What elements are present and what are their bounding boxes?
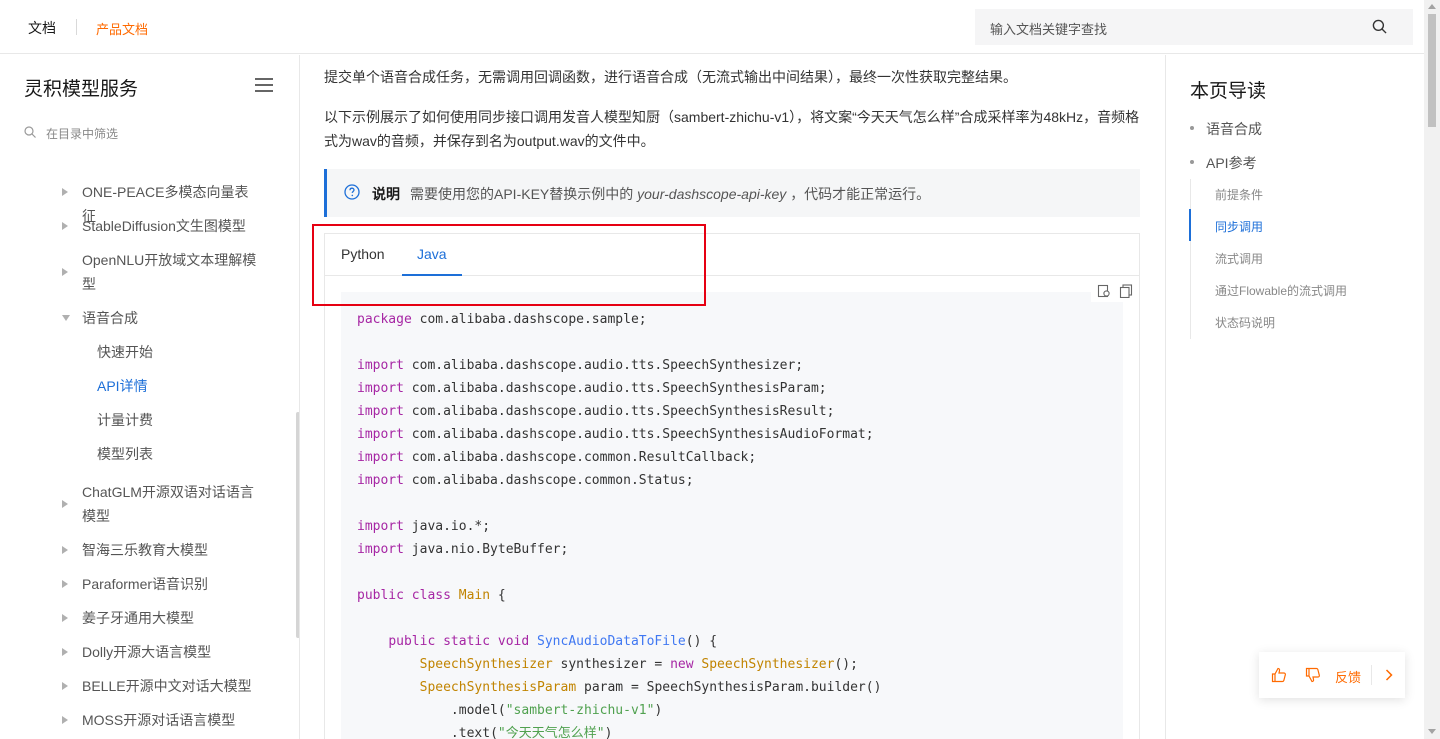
sidebar-item-zhihai[interactable]: 智海三乐教育大模型 [0,538,290,562]
toc-subitem-prerequisites[interactable]: 前提条件 [1215,186,1263,203]
collapse-arrow-icon [62,315,70,321]
copy-icon[interactable] [1119,284,1133,298]
sidebar-filter[interactable]: 在目录中筛选 [24,123,274,143]
sidebar-item-speech-synthesis[interactable]: 语音合成 [0,306,290,330]
search-icon[interactable] [1372,19,1387,34]
expand-arrow-icon [62,580,68,588]
thumbs-down-icon[interactable] [1305,667,1321,683]
toc-title: 本页导读 [1190,81,1267,102]
expand-arrow-icon [62,268,68,276]
toc-subitem-status-codes[interactable]: 状态码说明 [1215,314,1275,331]
sidebar-subitem-billing[interactable]: 计量计费 [97,408,153,432]
thumbs-up-icon[interactable] [1271,667,1287,683]
sidebar-item-one-peace[interactable]: ONE-PEACE多模态向量表征 [0,180,290,224]
toc-subitem-flowable-call[interactable]: 通过Flowable的流式调用 [1215,282,1347,299]
search-input[interactable]: 输入文档关键字查找 [990,19,1107,38]
sidebar-item-opennlu[interactable]: OpenNLU开放域文本理解模型 [0,248,290,296]
expand-arrow-icon [62,500,68,508]
toc-rail [1190,179,1191,339]
main-content: 提交单个语音合成任务，无需调用回调函数，进行语音合成（无流式输出中间结果），最终… [301,55,1164,739]
toc-item-api-reference[interactable]: API参考 [1190,153,1390,173]
expand-arrow-icon [62,188,68,196]
sidebar-item-paraformer[interactable]: Paraformer语音识别 [0,572,290,596]
toc-item-speech-synthesis[interactable]: 语音合成 [1190,119,1390,139]
toc-item-label: API参考 [1206,155,1257,171]
feedback-divider [1371,665,1372,685]
toc-subitem-sync-call[interactable]: 同步调用 [1215,218,1263,235]
highlight-box [312,224,706,306]
expand-arrow-icon [62,648,68,656]
header-divider [76,19,77,35]
sidebar-subitem-quickstart[interactable]: 快速开始 [97,340,153,364]
code-toolbar [1091,280,1137,302]
scrollbar-thumb[interactable] [1428,14,1436,127]
expand-arrow-icon [62,682,68,690]
page-toc: 本页导读 语音合成 API参考 前提条件 同步调用 流式调用 通过Flowabl… [1165,55,1424,739]
page-scrollbar[interactable] [1424,0,1440,739]
example-paragraph: 以下示例展示了如何使用同步接口调用发音人模型知厨（sambert-zhichu-… [324,109,1140,149]
code-block: package com.alibaba.dashscope.sample; im… [341,292,1123,739]
sidebar-item-stablediffusion[interactable]: StableDiffusion文生图模型 [0,214,290,238]
note-label: 说明 [372,186,400,202]
code-sample-panel: Python Java package com.alibaba.dashscop… [324,233,1140,739]
bullet-icon [1190,160,1194,164]
product-docs-link[interactable]: 产品文档 [96,19,148,38]
filter-search-icon [24,126,36,138]
scroll-up-arrow-icon[interactable] [1428,4,1436,9]
note-callout: 说明 需要使用您的API-KEY替换示例中的 your-dashscope-ap… [324,169,1140,217]
sidebar-item-belle[interactable]: BELLE开源中文对话大模型 [0,674,290,698]
expand-arrow-icon [62,716,68,724]
brand-link[interactable]: 文档 [28,18,56,38]
sidebar-scrollbar[interactable] [296,412,299,638]
feedback-widget: 反馈 [1259,652,1405,698]
intro-paragraph: 提交单个语音合成任务，无需调用回调函数，进行语音合成（无流式输出中间结果），最终… [324,69,1017,85]
note-text-before: 需要使用您的API-KEY替换示例中的 [410,186,634,202]
note-text-italic: your-dashscope-api-key [637,186,787,202]
sidebar-item-dolly[interactable]: Dolly开源大语言模型 [0,640,290,664]
sidebar-subitem-model-list[interactable]: 模型列表 [97,442,153,466]
question-circle-icon [344,184,360,200]
menu-icon[interactable] [255,78,273,92]
doc-search-box[interactable]: 输入文档关键字查找 [975,9,1413,45]
chevron-right-icon[interactable] [1381,667,1397,683]
sidebar-subitem-api-details[interactable]: API详情 [97,374,148,398]
note-text: 需要使用您的API-KEY替换示例中的 your-dashscope-api-k… [410,184,930,204]
sidebar-item-moss[interactable]: MOSS开源对话语言模型 [0,708,290,732]
scroll-down-arrow-icon[interactable] [1428,729,1436,734]
top-bar: 文档 产品文档 输入文档关键字查找 [0,0,1424,54]
filter-input[interactable]: 在目录中筛选 [46,125,118,142]
toc-item-label: 语音合成 [1206,121,1262,137]
expand-arrow-icon [62,614,68,622]
note-text-after: ，代码才能正常运行。 [790,186,931,202]
expand-arrow-icon [62,222,68,230]
bullet-icon [1190,126,1194,130]
run-code-icon[interactable] [1097,284,1111,298]
sidebar-item-chatglm[interactable]: ChatGLM开源双语对话语言模型 [0,480,290,528]
sidebar-title: 灵积模型服务 [24,79,139,100]
feedback-button[interactable]: 反馈 [1335,667,1361,686]
left-sidebar: 灵积模型服务 在目录中筛选 ONE-PEACE多模态向量表征 StableDif… [0,55,300,739]
expand-arrow-icon [62,546,68,554]
code-text: package com.alibaba.dashscope.sample; im… [357,312,882,739]
toc-active-indicator [1189,209,1191,241]
sidebar-item-jiangziya[interactable]: 姜子牙通用大模型 [0,606,290,630]
toc-subitem-stream-call[interactable]: 流式调用 [1215,250,1263,267]
